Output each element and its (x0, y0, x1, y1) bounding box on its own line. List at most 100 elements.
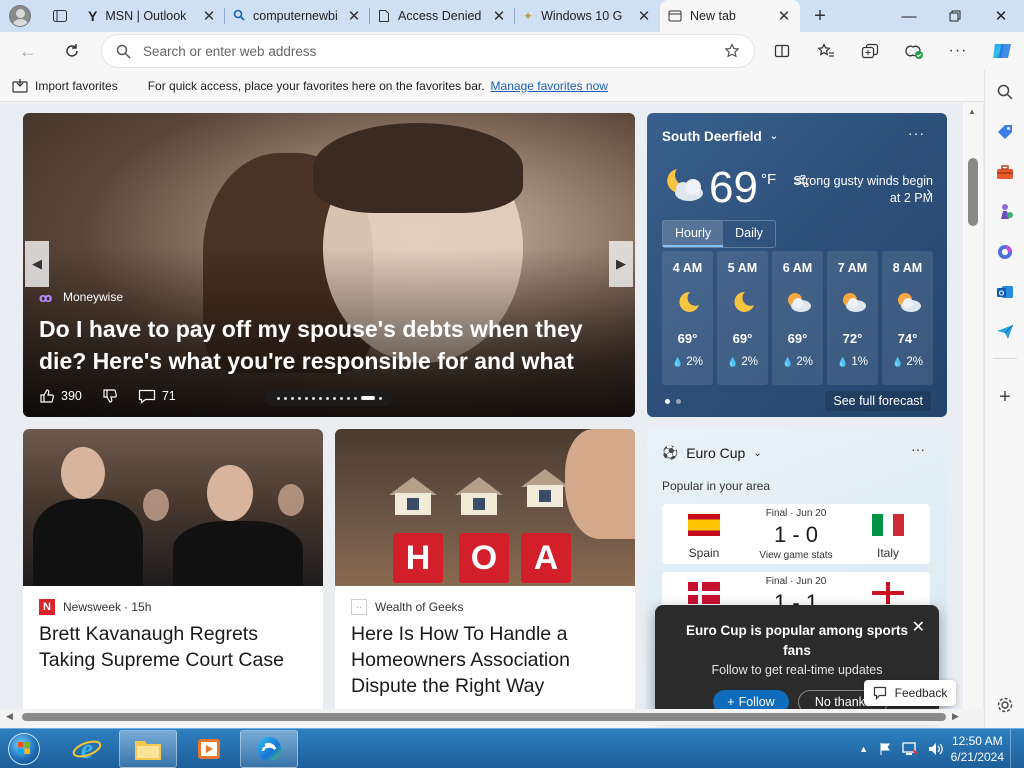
minimize-button[interactable]: — (886, 0, 932, 32)
close-icon[interactable]: ✕ (201, 7, 217, 25)
tab-daily[interactable]: Daily (723, 221, 775, 247)
see-full-forecast-link[interactable]: See full forecast (825, 391, 931, 411)
carousel-dot[interactable] (311, 396, 315, 400)
scroll-up-icon[interactable]: ▲ (968, 107, 976, 116)
tab-windows10[interactable]: ✦ Windows 10 G ✕ (515, 0, 660, 32)
scrollbar-thumb[interactable] (22, 713, 946, 721)
hero-carousel[interactable]: ◀ ▶ ꝏ Moneywise Do I have to pay off my … (23, 113, 635, 417)
hourly-forecast-item[interactable]: 8 AM 74° 💧 2% (882, 251, 933, 385)
close-icon[interactable]: ✕ (491, 7, 507, 25)
settings-and-more-button[interactable]: ··· (936, 33, 980, 69)
hero-headline[interactable]: Do I have to pay off my spouse's debts w… (39, 313, 629, 377)
hourly-forecast-item[interactable]: 5 AM 69° 💧 2% (717, 251, 768, 385)
taskbar-internet-explorer[interactable]: e (58, 730, 116, 768)
import-favorites-button[interactable]: Import favorites (12, 78, 118, 93)
carousel-prev-button[interactable]: ◀ (25, 241, 49, 287)
back-button[interactable]: ← (10, 33, 46, 69)
carousel-pager[interactable] (265, 390, 393, 406)
comments-button[interactable]: 71 (138, 388, 176, 404)
feedback-button[interactable]: Feedback (864, 680, 956, 706)
euro-cup-header[interactable]: ⚽ Euro Cup ⌄ (662, 445, 762, 461)
hourly-forecast-item[interactable]: 6 AM 69° 💧 2% (772, 251, 823, 385)
tab-access-denied[interactable]: Access Denied ✕ (370, 0, 515, 32)
taskbar-media-player[interactable] (180, 730, 238, 768)
system-clock[interactable]: 12:50 AM 6/21/2024 (951, 733, 1004, 765)
carousel-dot[interactable] (332, 396, 336, 400)
profile-button[interactable] (0, 0, 40, 32)
carousel-dot[interactable] (339, 396, 343, 400)
taskbar-file-explorer[interactable] (119, 730, 177, 768)
weather-location[interactable]: South Deerfield ⌄ (662, 129, 778, 144)
vertical-scrollbar[interactable]: ▲ (963, 103, 983, 711)
sidebar-tools-button[interactable] (993, 160, 1017, 184)
restore-button[interactable] (932, 0, 978, 32)
weather-alert[interactable]: Strong gusty winds begin at 2 PM (793, 173, 933, 207)
scrollbar-thumb[interactable] (968, 158, 978, 226)
sidebar-games-button[interactable] (993, 200, 1017, 224)
carousel-dot[interactable] (283, 396, 287, 400)
news-title[interactable]: Here Is How To Handle a Homeowners Assoc… (351, 621, 621, 699)
carousel-dot[interactable] (378, 396, 382, 400)
sidebar-microsoft365-button[interactable] (993, 240, 1017, 264)
news-card[interactable]: H O A ·· Wealth of Geeks Here Is How To … (335, 429, 635, 711)
close-window-button[interactable]: ✕ (978, 0, 1024, 32)
star-icon[interactable] (724, 43, 740, 59)
forecast-pager[interactable] (665, 399, 681, 404)
euro-more-button[interactable]: ··· (911, 441, 925, 457)
hourly-forecast-item[interactable]: 4 AM 69° 💧 2% (662, 251, 713, 385)
weather-card[interactable]: South Deerfield ⌄ ··· 69 °F Strong gusty… (647, 113, 947, 417)
manage-favorites-link[interactable]: Manage favorites now (491, 79, 608, 93)
action-center-flag-icon[interactable] (878, 742, 892, 756)
close-icon[interactable]: ✕ (776, 7, 792, 25)
carousel-dot[interactable] (346, 396, 350, 400)
carousel-dot[interactable] (353, 396, 357, 400)
hero-source[interactable]: ꝏ Moneywise (39, 290, 123, 305)
carousel-dot[interactable] (304, 396, 308, 400)
sidebar-send-button[interactable] (993, 320, 1017, 344)
tab-hourly[interactable]: Hourly (663, 221, 724, 247)
carousel-dot[interactable] (290, 396, 294, 400)
close-icon[interactable]: ✕ (346, 7, 362, 25)
carousel-dot[interactable] (318, 396, 322, 400)
copilot-button[interactable] (980, 33, 1024, 69)
show-desktop-button[interactable] (1010, 729, 1024, 768)
new-tab-button[interactable]: + (800, 0, 840, 32)
sidebar-shopping-button[interactable] (993, 120, 1017, 144)
match-card[interactable]: Spain Final · Jun 20 1 - 0 View game sta… (662, 504, 930, 564)
sidebar-add-button[interactable]: + (993, 385, 1017, 409)
hourly-forecast-item[interactable]: 7 AM 72° 💧 1% (827, 251, 878, 385)
address-bar[interactable] (102, 35, 754, 67)
sidebar-outlook-button[interactable]: O (993, 280, 1017, 304)
tab-actions-menu-button[interactable] (40, 0, 80, 32)
scroll-left-icon[interactable]: ◀ (6, 711, 13, 722)
tab-new-tab[interactable]: New tab ✕ (660, 0, 800, 32)
address-input[interactable] (143, 43, 683, 59)
sidebar-search-button[interactable] (993, 80, 1017, 104)
carousel-next-button[interactable]: ▶ (609, 241, 633, 287)
volume-icon[interactable] (928, 742, 944, 756)
chevron-right-icon[interactable]: › (926, 183, 931, 199)
split-screen-button[interactable] (760, 33, 804, 69)
dislike-button[interactable] (102, 388, 118, 404)
close-icon[interactable]: ✕ (636, 7, 652, 25)
popup-close-button[interactable]: ✕ (912, 617, 925, 637)
start-button[interactable] (4, 731, 44, 767)
carousel-dot[interactable] (325, 396, 329, 400)
carousel-dot[interactable] (360, 396, 375, 400)
horizontal-scrollbar[interactable]: ◀ ▶ (0, 709, 984, 725)
tab-computernewbie[interactable]: computernewbie ✕ (225, 0, 370, 32)
sidebar-settings-button[interactable] (993, 693, 1017, 717)
browser-essentials-button[interactable] (892, 33, 936, 69)
collections-button[interactable] (848, 33, 892, 69)
news-source[interactable]: ·· Wealth of Geeks (351, 599, 464, 615)
display-icon[interactable] (902, 742, 918, 756)
favorites-button[interactable] (804, 33, 848, 69)
tab-msn[interactable]: Y MSN | Outlook ✕ (80, 0, 225, 32)
show-hidden-icons-button[interactable]: ▲ (859, 744, 868, 754)
weather-more-button[interactable]: ··· (908, 125, 925, 141)
news-card[interactable]: N Newsweek · 15h Brett Kavanaugh Regrets… (23, 429, 323, 711)
carousel-dot[interactable] (297, 396, 301, 400)
news-source[interactable]: N Newsweek · 15h (39, 599, 151, 615)
refresh-button[interactable] (54, 33, 90, 69)
news-title[interactable]: Brett Kavanaugh Regrets Taking Supreme C… (39, 621, 309, 673)
